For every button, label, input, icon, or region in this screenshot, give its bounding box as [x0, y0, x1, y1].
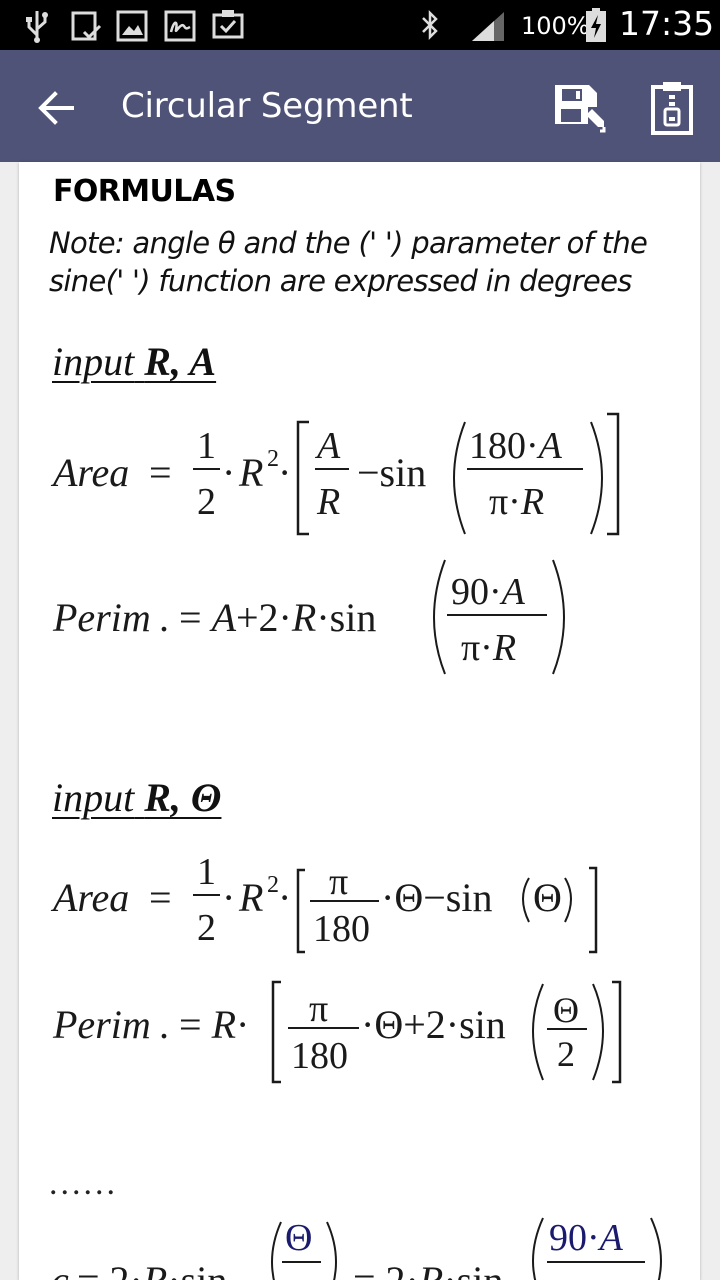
input-prefix: input [52, 339, 135, 384]
svg-text:π: π [309, 988, 328, 1030]
svg-text:Area: Area [50, 450, 129, 495]
input-params: R, Θ [144, 775, 222, 820]
svg-text:90·A: 90·A [451, 571, 526, 613]
perimeter-formula-r-theta: Perim . = R· π 180 ·Θ+2·sin Θ 2 [52, 980, 622, 1084]
svg-text:·Θ+2·sin: ·Θ+2·sin [361, 1002, 506, 1047]
signature-icon [164, 10, 196, 42]
svg-text:−sin: −sin [357, 450, 426, 495]
app-bar: Circular Segment [0, 50, 720, 162]
save-edit-icon [555, 85, 606, 133]
svg-text:·: · [278, 450, 291, 495]
svg-text:π: π [329, 861, 348, 903]
svg-text:Θ: Θ [533, 875, 562, 920]
svg-text:180: 180 [313, 908, 370, 950]
chord-formula-partial: c = 2·R·sin Θ = 2·R·sin 90·A [51, 1217, 662, 1280]
svg-text:1: 1 [197, 425, 216, 467]
page-title: Circular Segment [121, 86, 413, 126]
svg-text:180·A: 180·A [469, 425, 563, 467]
status-bar: 100% 17:35 [0, 0, 720, 50]
input-header-r-a: input R, A [52, 338, 216, 385]
svg-text:·Θ−sin: ·Θ−sin [381, 875, 492, 920]
svg-text:180: 180 [291, 1035, 348, 1077]
svg-text:Θ: Θ [553, 990, 579, 1030]
svg-text:R: R [238, 450, 263, 495]
svg-text:·: · [222, 875, 235, 920]
svg-text:π·R: π·R [489, 481, 544, 523]
bluetooth-icon [422, 9, 438, 41]
image-icon [116, 10, 148, 42]
svg-text:. = R·: . = R· [159, 1002, 249, 1047]
svg-text:= 2·R·sin: = 2·R·sin [353, 1258, 503, 1280]
svg-text:π·R: π·R [461, 627, 516, 669]
svg-text:=: = [149, 450, 172, 495]
battery-charging-icon [586, 8, 606, 42]
svg-text:90·A: 90·A [549, 1217, 624, 1259]
usb-icon [26, 11, 48, 43]
svg-text:R: R [316, 481, 340, 523]
signal-icon [472, 12, 504, 41]
svg-text:2: 2 [267, 872, 279, 898]
area-formula-r-a: Area = 1 2 · R 2 · A R −sin 180·A π·R Pe… [50, 412, 662, 1280]
formulas-card: FORMULAS Note: angle θ and the (' ') par… [19, 162, 700, 1280]
arrow-left-icon [38, 91, 74, 125]
svg-text:= 2·R·sin: = 2·R·sin [77, 1258, 227, 1280]
perimeter-formula-r-a: Perim . = A+2·R·sin 90·A π·R [52, 559, 565, 675]
svg-text:2: 2 [197, 481, 216, 523]
svg-text:c: c [51, 1258, 69, 1280]
input-params: R, A [144, 339, 217, 384]
area-formula-r-a-group: Area = 1 2 · R 2 · A R −sin 180·A π·R [50, 412, 620, 536]
svg-text:Θ: Θ [285, 1217, 312, 1259]
svg-text:Area: Area [50, 875, 129, 920]
svg-text:2: 2 [267, 446, 279, 472]
save-button[interactable] [548, 78, 608, 138]
clipboard-check-icon [212, 10, 244, 39]
input-header-r-theta: input R, Θ [52, 774, 221, 821]
svg-text:·: · [222, 450, 235, 495]
clock: 17:35 [619, 4, 715, 43]
svg-text:A: A [314, 425, 341, 467]
export-zip-button[interactable] [642, 78, 702, 138]
units-note: Note: angle θ and the (' ') parameter of… [49, 226, 648, 298]
battery-percent: 100% [521, 12, 590, 40]
svg-text:1: 1 [197, 851, 216, 893]
svg-text:Perim: Perim [52, 1002, 151, 1047]
svg-text:=: = [149, 875, 172, 920]
download-done-icon [71, 11, 102, 41]
area-formula-r-theta: Area = 1 2 · R 2 · π 180 ·Θ−sin Θ [50, 851, 598, 954]
svg-text:2: 2 [197, 907, 216, 949]
clipboard-zip-icon [651, 82, 693, 135]
svg-text:R: R [238, 875, 263, 920]
ellipsis: ...... [49, 1165, 118, 1202]
svg-text:. = A+2·R·sin: . = A+2·R·sin [159, 595, 376, 640]
svg-text:Perim: Perim [52, 595, 151, 640]
svg-text:·: · [278, 875, 291, 920]
svg-text:2: 2 [557, 1034, 575, 1074]
section-title: FORMULAS [53, 174, 236, 209]
input-prefix: input [52, 775, 135, 820]
back-button[interactable] [26, 78, 86, 138]
